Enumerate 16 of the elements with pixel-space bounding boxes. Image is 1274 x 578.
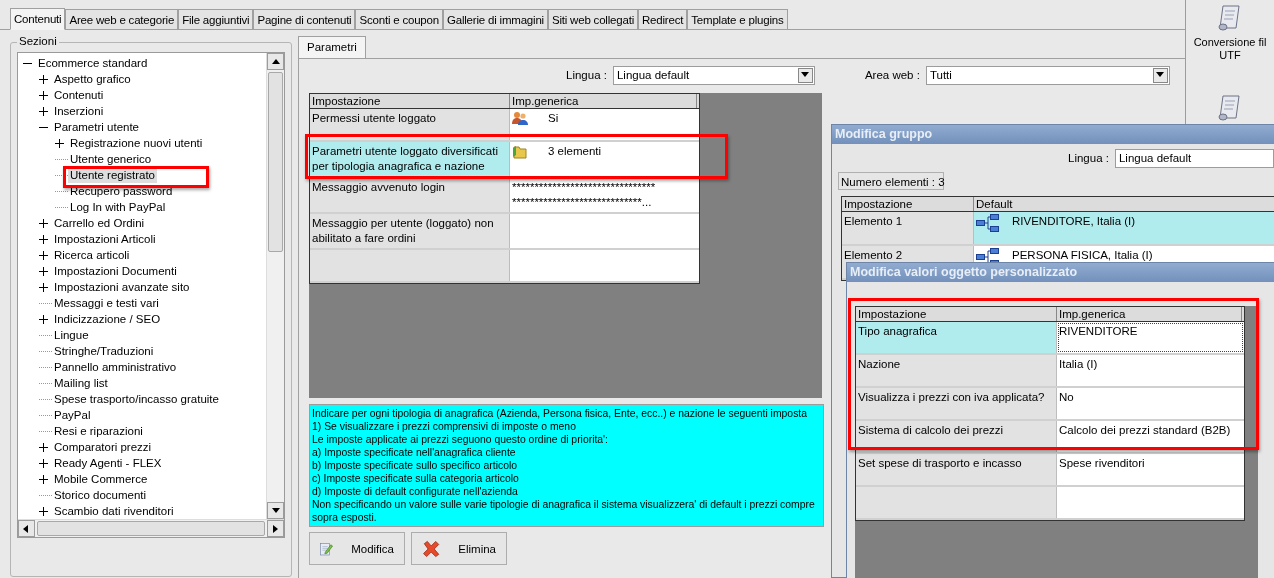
description-line: sopra esposti. xyxy=(312,511,378,524)
description-line: b) Imposte specificate sullo specifico articolo xyxy=(312,459,519,472)
language-label: Lingua : xyxy=(1068,152,1109,164)
web-area-label: Area web : xyxy=(864,69,920,81)
group-title: Sezioni xyxy=(17,35,59,47)
language-label: Lingua : xyxy=(566,69,607,81)
element-count: Numero elementi : 3 xyxy=(838,172,944,190)
description-line: Indicare per ogni tipologia di anagrafica (Azienda, Persona fisica, Ente, ecc..) e nazione le seguenti imposta xyxy=(312,407,808,420)
description-line: Le imposte applicate ai prezzi seguono questo ordine di priorita': xyxy=(312,433,609,446)
description-line: c) Imposte specificate sulla categoria articolo xyxy=(312,472,520,485)
description-line: d) Imposte di default configurate nell'azienda xyxy=(312,485,519,498)
description-line: Non specificando un valore sulle varie tipologie di anagrafica il sistema visualizzera' di default i prezzi compre xyxy=(312,498,816,511)
window-title: Modifica gruppo xyxy=(832,125,1274,144)
description-line: a) Imposte specificate nell'anagrafica cliente xyxy=(312,446,517,459)
window-title: Modifica valori oggetto personalizzato xyxy=(847,263,1274,282)
description-line: 1) Se visualizzare i prezzi comprensivi di imposte o meno xyxy=(312,420,577,433)
